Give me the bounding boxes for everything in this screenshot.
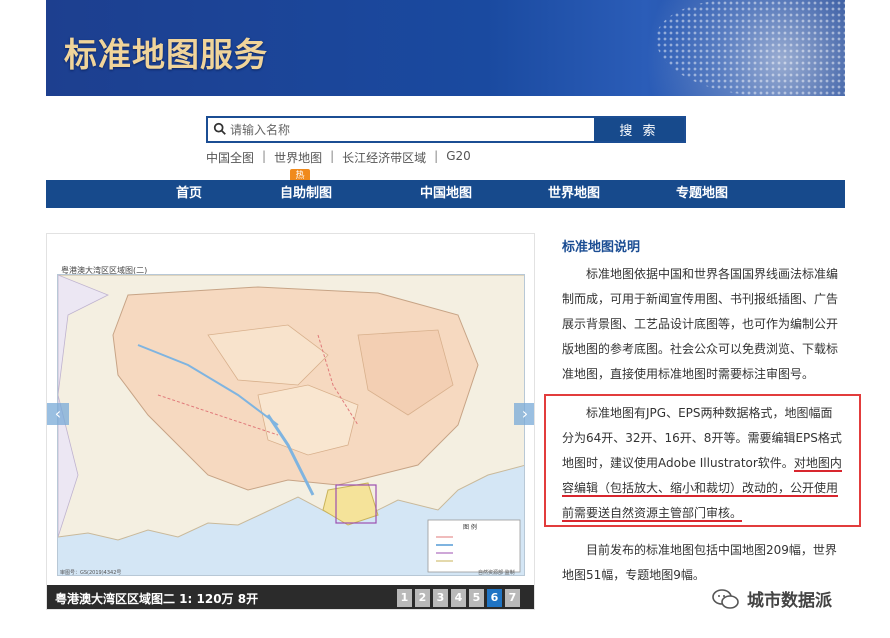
map-image[interactable]: 图 例 审图号：GS(2019)4342号 自然资源部 监制 (57, 274, 525, 576)
nav-china-map[interactable]: 中国地图 (420, 180, 472, 208)
quick-links: 中国全图 | 世界地图 | 长江经济带区域 | G20 (206, 149, 471, 166)
page-button[interactable]: 4 (451, 589, 466, 607)
description-paragraph-3: 目前发布的标准地图包括中国地图209幅，世界地图51幅，专题地图9幅。 (562, 543, 837, 582)
search-input[interactable] (208, 118, 594, 141)
quick-link-china[interactable]: 中国全图 (206, 149, 254, 166)
search-bar: 搜 索 (206, 116, 686, 143)
description-paragraph-2: 标准地图有JPG、EPS两种数据格式，地图幅面分为64开、32开、16开、8开等… (562, 401, 842, 526)
map-footer-left: 审图号：GS(2019)4342号 (60, 569, 121, 576)
site-title: 标准地图服务 (64, 35, 268, 74)
description-paragraph-1: 标准地图依据中国和世界各国国界线画法标准编制而成，可用于新闻宣传用图、书刊报纸插… (562, 267, 839, 381)
map-footer-right: 自然资源部 监制 (478, 569, 515, 576)
description-title: 标准地图说明 (562, 240, 641, 255)
quick-link-g20[interactable]: G20 (446, 149, 471, 166)
gba-map-graphic: 图 例 审图号：GS(2019)4342号 自然资源部 监制 (58, 275, 524, 576)
wechat-icon (712, 588, 739, 609)
page-button[interactable]: 3 (433, 589, 448, 607)
nav-thematic-map[interactable]: 专题地图 (676, 180, 728, 208)
watermark-text: 城市数据派 (747, 591, 832, 611)
watermark: 城市数据派 (711, 586, 832, 611)
page-button[interactable]: 5 (469, 589, 484, 607)
page-button[interactable]: 7 (505, 589, 520, 607)
slider-caption: 粤港澳大湾区区域图二 1: 120万 8开 (55, 592, 259, 606)
separator: | (330, 149, 335, 163)
search-button[interactable]: 搜 索 (594, 118, 684, 141)
header-banner: 标准地图服务 (46, 0, 845, 96)
map-legend-title: 图 例 (463, 523, 477, 531)
nav-world-map[interactable]: 世界地图 (548, 180, 600, 208)
page-button-active[interactable]: 6 (487, 589, 502, 607)
page-button[interactable]: 1 (397, 589, 412, 607)
quick-link-world[interactable]: 世界地图 (274, 149, 322, 166)
slider-next-button[interactable]: › (514, 403, 534, 425)
slider-pagination: 1 2 3 4 5 6 7 (397, 589, 520, 607)
search-icon (213, 122, 226, 135)
main-nav: 首页 自助制图 中国地图 世界地图 专题地图 (46, 180, 845, 208)
page-button[interactable]: 2 (415, 589, 430, 607)
separator: | (262, 149, 267, 163)
quick-link-yangtze[interactable]: 长江经济带区域 (342, 149, 426, 166)
nav-home[interactable]: 首页 (176, 180, 202, 208)
nav-custom-map[interactable]: 自助制图 (280, 180, 332, 208)
slider-caption-bar: 粤港澳大湾区区域图二 1: 120万 8开 1 2 3 4 5 6 7 (47, 585, 534, 609)
slider-prev-button[interactable]: ‹ (47, 403, 69, 425)
separator: | (434, 149, 439, 163)
map-slider: 粤港澳大湾区区域图(二) 图 例 审图号：GS(2019)4342号 自然资源部… (46, 233, 535, 610)
